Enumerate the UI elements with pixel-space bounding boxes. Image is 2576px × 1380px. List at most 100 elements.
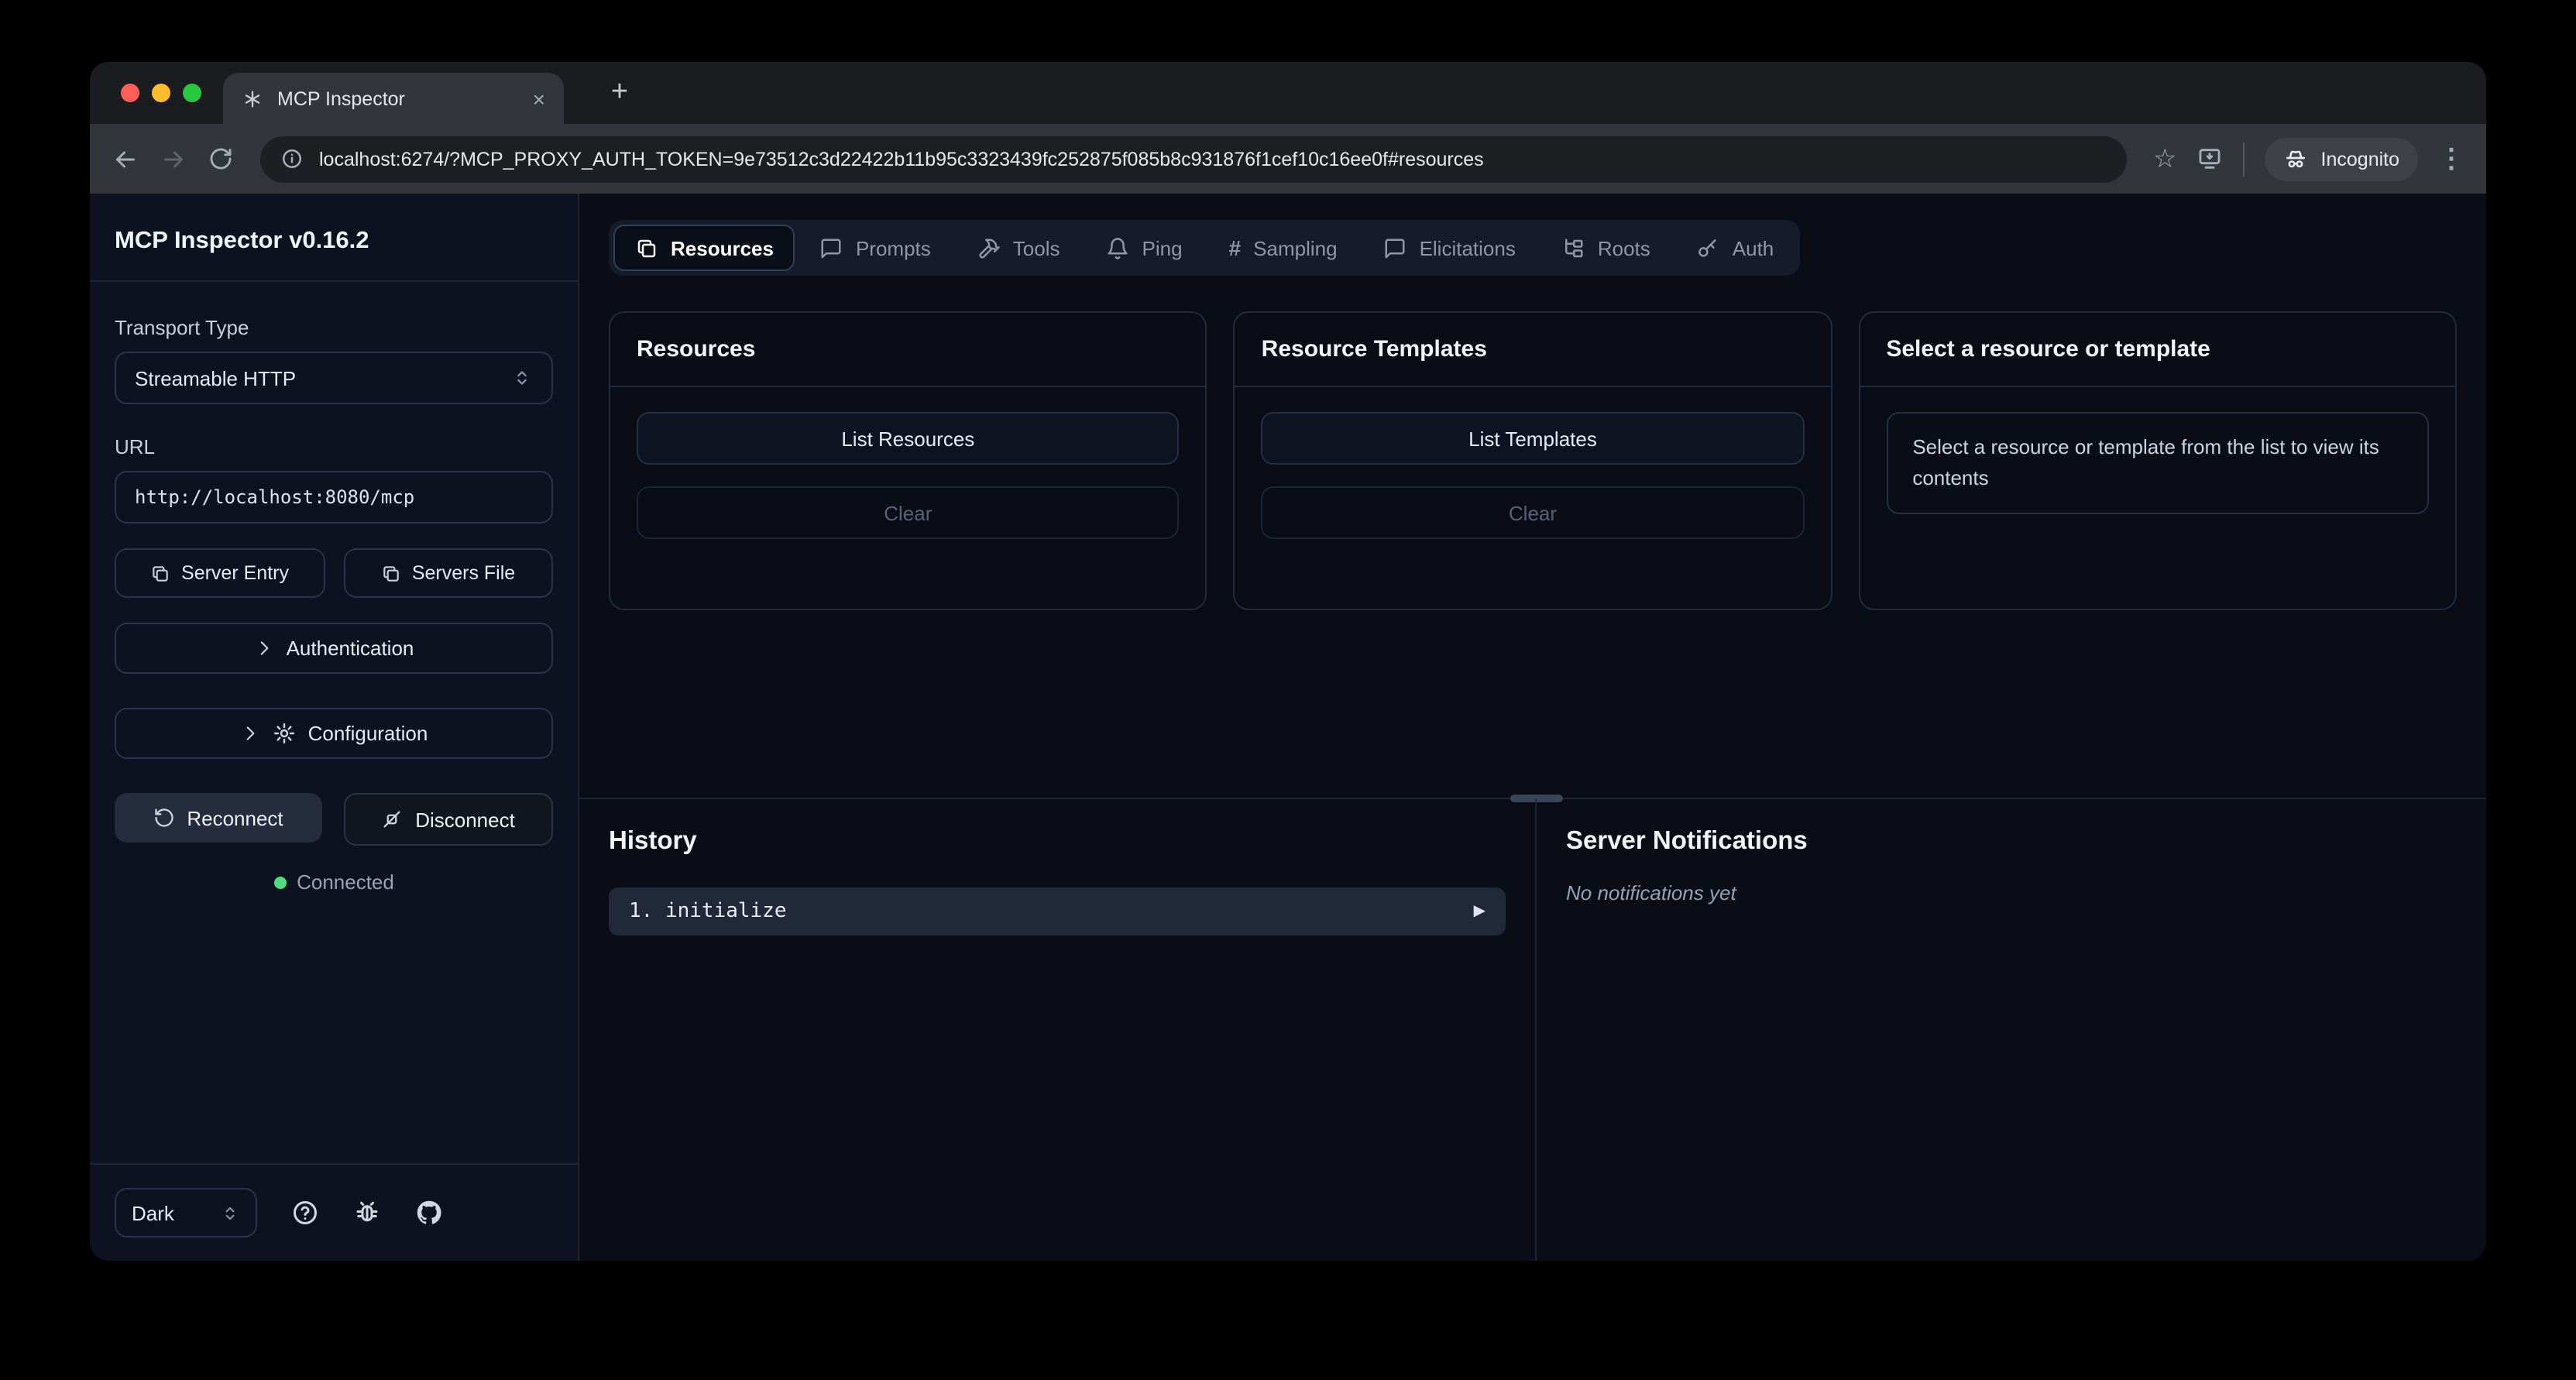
list-templates-button[interactable]: List Templates [1262,412,1805,465]
tab-label: Elicitations [1420,236,1516,259]
app-title: MCP Inspector v0.16.2 [115,228,553,256]
bookmark-star-icon[interactable]: ☆ [2153,146,2177,172]
history-title: History [609,827,1506,856]
bug-icon[interactable] [353,1199,381,1227]
close-window-button[interactable] [121,84,139,102]
theme-select[interactable]: Dark [115,1188,257,1238]
panels-row: Resources List Resources Clear Resource … [609,311,2457,610]
theme-value: Dark [132,1201,174,1224]
clear-resources-button[interactable]: Clear [637,486,1180,539]
page-content: MCP Inspector v0.16.2 Transport Type Str… [90,194,2486,1261]
tab-label: Ping [1142,236,1183,259]
forward-icon[interactable] [160,145,187,173]
restart-icon [153,807,174,829]
help-icon[interactable] [291,1199,319,1227]
tab-resources[interactable]: Resources [613,225,795,271]
authentication-label: Authentication [287,637,414,660]
gear-icon [273,722,296,745]
address-bar[interactable]: localhost:6274/?MCP_PROXY_AUTH_TOKEN=9e7… [260,136,2127,182]
connection-buttons-row: Reconnect Disconnect [115,793,553,846]
chat-bubble-icon [1384,236,1407,259]
browser-window: MCP Inspector × + localhost:6274/?MCP_PR… [90,62,2486,1261]
history-pane: History 1. initialize ▶ [579,799,1537,1261]
tab-tools[interactable]: Tools [956,225,1082,271]
reconnect-button[interactable]: Reconnect [115,793,321,843]
resource-templates-panel: Resource Templates List Templates Clear [1234,311,1832,610]
reload-icon[interactable] [208,146,234,172]
server-notifications-pane: Server Notifications No notifications ye… [1537,799,2486,1261]
resource-templates-panel-body: List Templates Clear [1235,387,1831,564]
configuration-button[interactable]: Configuration [115,708,553,759]
url-input[interactable] [115,471,553,524]
site-info-icon[interactable] [280,147,304,170]
browser-tab[interactable]: MCP Inspector × [223,73,564,124]
hash-icon: # [1229,237,1242,259]
nav-tabs-wrap: Resources Prompts Tools [579,194,2486,276]
resource-templates-panel-title: Resource Templates [1235,313,1831,387]
history-item-label: 1. initialize [629,900,787,923]
notifications-empty-text: No notifications yet [1566,881,2457,905]
install-app-icon[interactable] [2197,146,2224,172]
bottom-row: History 1. initialize ▶ Server Notificat… [579,799,2486,1261]
menu-dots-icon[interactable]: ⋮ [2438,146,2464,172]
tab-label: Auth [1733,236,1774,259]
servers-file-button[interactable]: Servers File [343,548,553,598]
server-entry-button[interactable]: Server Entry [115,548,325,598]
connection-status-text: Connected [297,870,394,894]
reconnect-label: Reconnect [187,806,283,829]
clear-templates-button[interactable]: Clear [1262,486,1805,539]
screen: MCP Inspector × + localhost:6274/?MCP_PR… [0,0,2576,1380]
tab-ping[interactable]: Ping [1085,225,1204,271]
tab-label: Prompts [856,236,931,259]
server-notifications-title: Server Notifications [1566,827,2457,856]
tab-roots[interactable]: Roots [1540,225,1672,271]
files-icon [635,236,658,259]
tab-auth[interactable]: Auth [1675,225,1796,271]
transport-type-select[interactable]: Streamable HTTP [115,352,553,404]
list-resources-button[interactable]: List Resources [637,412,1180,465]
sidebar: MCP Inspector v0.16.2 Transport Type Str… [90,194,579,1261]
incognito-label: Incognito [2321,148,2399,170]
tab-label: Roots [1598,236,1650,259]
chevron-up-down-icon [220,1203,240,1223]
expand-play-icon[interactable]: ▶ [1474,903,1485,920]
resource-detail-panel-title: Select a resource or template [1860,313,2455,387]
authentication-button[interactable]: Authentication [115,623,553,674]
url-text: localhost:6274/?MCP_PROXY_AUTH_TOKEN=9e7… [319,148,1484,170]
disconnect-button[interactable]: Disconnect [343,793,553,846]
github-icon[interactable] [415,1199,443,1227]
zoom-window-button[interactable] [183,84,201,102]
tab-sampling[interactable]: # Sampling [1207,225,1359,271]
disconnect-label: Disconnect [415,808,515,831]
url-label: URL [115,435,553,458]
back-icon[interactable] [112,145,139,173]
minimize-window-button[interactable] [152,84,170,102]
tree-icon [1562,236,1585,259]
history-item[interactable]: 1. initialize ▶ [609,887,1506,935]
mcp-favicon-icon [242,88,263,109]
window-controls [121,84,201,102]
sidebar-header: MCP Inspector v0.16.2 [90,194,578,282]
chevron-right-icon [240,723,260,743]
browser-tab-strip: MCP Inspector × + [90,62,2486,124]
tab-elicitations[interactable]: Elicitations [1362,225,1537,271]
resources-panel: Resources List Resources Clear [609,311,1207,610]
tab-prompts[interactable]: Prompts [799,225,953,271]
tab-label: Resources [671,236,774,259]
new-tab-button[interactable]: + [601,76,638,110]
transport-type-label: Transport Type [115,316,553,339]
chat-bubble-icon [820,236,843,259]
transport-type-value: Streamable HTTP [135,366,296,390]
nav-tabs: Resources Prompts Tools [609,220,1800,276]
resource-detail-hint: Select a resource or template from the l… [1886,412,2429,515]
disconnect-icon [381,808,403,830]
copy-icon [381,563,401,583]
sidebar-body: Transport Type Streamable HTTP URL [90,282,578,1163]
configuration-label: Configuration [308,722,428,745]
resources-panel-title: Resources [610,313,1206,387]
key-icon [1697,236,1720,259]
servers-file-label: Servers File [412,562,515,584]
tab-close-icon[interactable]: × [533,88,545,109]
connection-status: Connected [115,870,553,894]
resource-detail-panel-body: Select a resource or template from the l… [1860,387,2455,540]
